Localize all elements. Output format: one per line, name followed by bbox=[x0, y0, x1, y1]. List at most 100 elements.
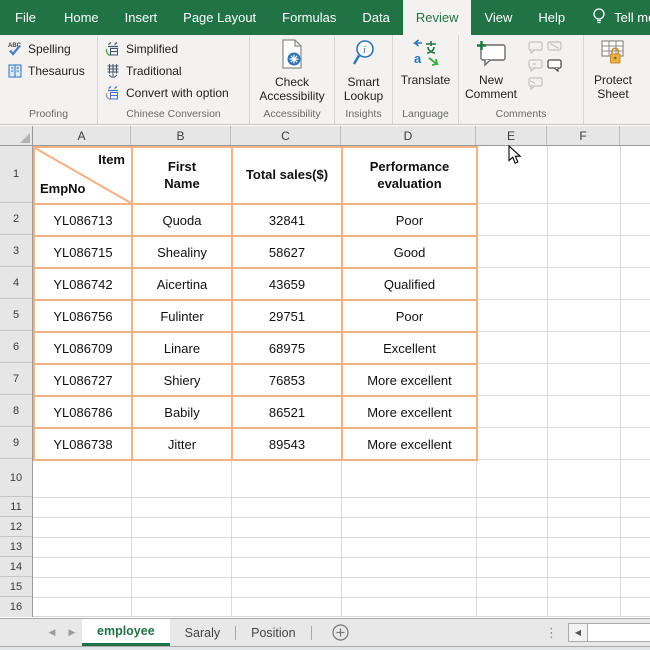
cell-a6[interactable]: YL086709 bbox=[35, 333, 133, 365]
cell-d6[interactable]: Excellent bbox=[343, 333, 478, 365]
row-header-6[interactable]: 6 bbox=[0, 331, 32, 363]
add-sheet-icon[interactable] bbox=[326, 619, 356, 646]
traditional-button[interactable]: Traditional bbox=[98, 60, 249, 82]
column-header-b[interactable]: B bbox=[131, 126, 231, 145]
convert-with-option-button[interactable]: Convert with option bbox=[98, 82, 249, 104]
cell-b7[interactable]: Shiery bbox=[133, 365, 233, 397]
cell-d2[interactable]: Poor bbox=[343, 205, 478, 237]
cell-b5[interactable]: Fulinter bbox=[133, 301, 233, 333]
column-header-g-partial[interactable] bbox=[620, 126, 650, 145]
delete-comment-icon[interactable] bbox=[527, 40, 544, 55]
cell-c1[interactable]: Total sales($) bbox=[233, 148, 343, 205]
column-header-d[interactable]: D bbox=[341, 126, 476, 145]
cell-b8[interactable]: Babily bbox=[133, 397, 233, 429]
row-header-14[interactable]: 14 bbox=[0, 557, 32, 577]
show-ink-icon[interactable] bbox=[527, 76, 544, 91]
smart-lookup-button[interactable]: i Smart Lookup bbox=[335, 35, 392, 108]
tell-me-box[interactable]: Tell me w bbox=[592, 0, 650, 35]
previous-comment-icon[interactable] bbox=[546, 40, 563, 55]
cell-a2[interactable]: YL086713 bbox=[35, 205, 133, 237]
cell-a3[interactable]: YL086715 bbox=[35, 237, 133, 269]
tab-file[interactable]: File bbox=[0, 0, 51, 35]
cell-c7[interactable]: 76853 bbox=[233, 365, 343, 397]
cell-d3[interactable]: Good bbox=[343, 237, 478, 269]
group-label-comments: Comments bbox=[459, 108, 583, 124]
cell-c8[interactable]: 86521 bbox=[233, 397, 343, 429]
simplified-button[interactable]: Simplified bbox=[98, 38, 249, 60]
protect-sheet-button[interactable]: Protect Sheet bbox=[584, 35, 642, 108]
cell-a5[interactable]: YL086756 bbox=[35, 301, 133, 333]
cell-b6[interactable]: Linare bbox=[133, 333, 233, 365]
cell-c9[interactable]: 89543 bbox=[233, 429, 343, 461]
cell-c3[interactable]: 58627 bbox=[233, 237, 343, 269]
cell-d8[interactable]: More excellent bbox=[343, 397, 478, 429]
cell-b2[interactable]: Quoda bbox=[133, 205, 233, 237]
cell-c2[interactable]: 32841 bbox=[233, 205, 343, 237]
check-accessibility-button[interactable]: Check Accessibility bbox=[250, 35, 334, 108]
cell-d5[interactable]: Poor bbox=[343, 301, 478, 333]
tab-view[interactable]: View bbox=[471, 0, 525, 35]
cell-c5[interactable]: 29751 bbox=[233, 301, 343, 333]
row-header-15[interactable]: 15 bbox=[0, 577, 32, 597]
column-header-e[interactable]: E bbox=[476, 126, 547, 145]
select-all-corner[interactable] bbox=[0, 126, 33, 145]
cell-b1[interactable]: First Name bbox=[133, 148, 233, 205]
translate-button[interactable]: a Translate bbox=[393, 35, 458, 108]
tab-home[interactable]: Home bbox=[51, 0, 112, 35]
hscroll-left-icon[interactable]: ◀ bbox=[568, 623, 588, 642]
cell-d7[interactable]: More excellent bbox=[343, 365, 478, 397]
row-header-8[interactable]: 8 bbox=[0, 395, 32, 427]
tab-formulas[interactable]: Formulas bbox=[269, 0, 349, 35]
sheet-tab-saraly[interactable]: Saraly bbox=[170, 619, 235, 646]
tab-help[interactable]: Help bbox=[525, 0, 578, 35]
cells-canvas[interactable]: Item EmpNo First Name Total sales($) Per… bbox=[33, 146, 650, 617]
cell-c4[interactable]: 43659 bbox=[233, 269, 343, 301]
row-header-13[interactable]: 13 bbox=[0, 537, 32, 557]
tabbar-grip-icon[interactable]: ⋮ bbox=[545, 626, 558, 639]
row-header-16[interactable]: 16 bbox=[0, 597, 32, 617]
cell-a7[interactable]: YL086727 bbox=[35, 365, 133, 397]
cell-d9[interactable]: More excellent bbox=[343, 429, 478, 461]
column-header-c[interactable]: C bbox=[231, 126, 341, 145]
cell-b3[interactable]: Shealiny bbox=[133, 237, 233, 269]
cell-d1[interactable]: Performance evaluation bbox=[343, 148, 478, 205]
tab-insert[interactable]: Insert bbox=[112, 0, 171, 35]
new-comment-button[interactable]: New Comment bbox=[459, 35, 523, 108]
row-header-12[interactable]: 12 bbox=[0, 517, 32, 537]
hscroll-track[interactable] bbox=[588, 623, 650, 642]
thesaurus-icon bbox=[7, 63, 23, 79]
sheet-tab-position[interactable]: Position bbox=[236, 619, 310, 646]
cell-d4[interactable]: Qualified bbox=[343, 269, 478, 301]
cell-a9[interactable]: YL086738 bbox=[35, 429, 133, 461]
spelling-button[interactable]: ABC Spelling bbox=[0, 38, 97, 60]
sheet-nav-right-icon[interactable]: ▶ bbox=[62, 619, 82, 646]
cell-a4[interactable]: YL086742 bbox=[35, 269, 133, 301]
cell-c6[interactable]: 68975 bbox=[233, 333, 343, 365]
sheet-tab-employee[interactable]: employee bbox=[82, 619, 170, 646]
column-header-a[interactable]: A bbox=[33, 126, 131, 145]
row-header-1[interactable]: 1 bbox=[0, 146, 32, 203]
tab-review[interactable]: Review bbox=[403, 0, 472, 35]
show-comments-icon[interactable] bbox=[546, 58, 563, 73]
thesaurus-button[interactable]: Thesaurus bbox=[0, 60, 97, 82]
row-header-7[interactable]: 7 bbox=[0, 363, 32, 395]
column-header-f[interactable]: F bbox=[547, 126, 620, 145]
protect-workbook-button[interactable]: Protect Workbook bbox=[642, 35, 650, 108]
tab-page-layout[interactable]: Page Layout bbox=[170, 0, 269, 35]
cell-b4[interactable]: Aicertina bbox=[133, 269, 233, 301]
tab-data[interactable]: Data bbox=[349, 0, 402, 35]
cell-a8[interactable]: YL086786 bbox=[35, 397, 133, 429]
row-header-5[interactable]: 5 bbox=[0, 299, 32, 331]
row-header-10[interactable]: 10 bbox=[0, 459, 32, 497]
traditional-label: Traditional bbox=[126, 64, 182, 78]
cell-b9[interactable]: Jitter bbox=[133, 429, 233, 461]
row-header-11[interactable]: 11 bbox=[0, 497, 32, 517]
sheet-nav-left-icon[interactable]: ◀ bbox=[42, 619, 62, 646]
row-header-3[interactable]: 3 bbox=[0, 235, 32, 267]
cell-a1[interactable]: Item EmpNo bbox=[35, 148, 133, 205]
row-header-9[interactable]: 9 bbox=[0, 427, 32, 459]
row-header-2[interactable]: 2 bbox=[0, 203, 32, 235]
row-header-4[interactable]: 4 bbox=[0, 267, 32, 299]
next-comment-icon[interactable] bbox=[527, 58, 544, 73]
translate-icon: a bbox=[412, 39, 440, 70]
